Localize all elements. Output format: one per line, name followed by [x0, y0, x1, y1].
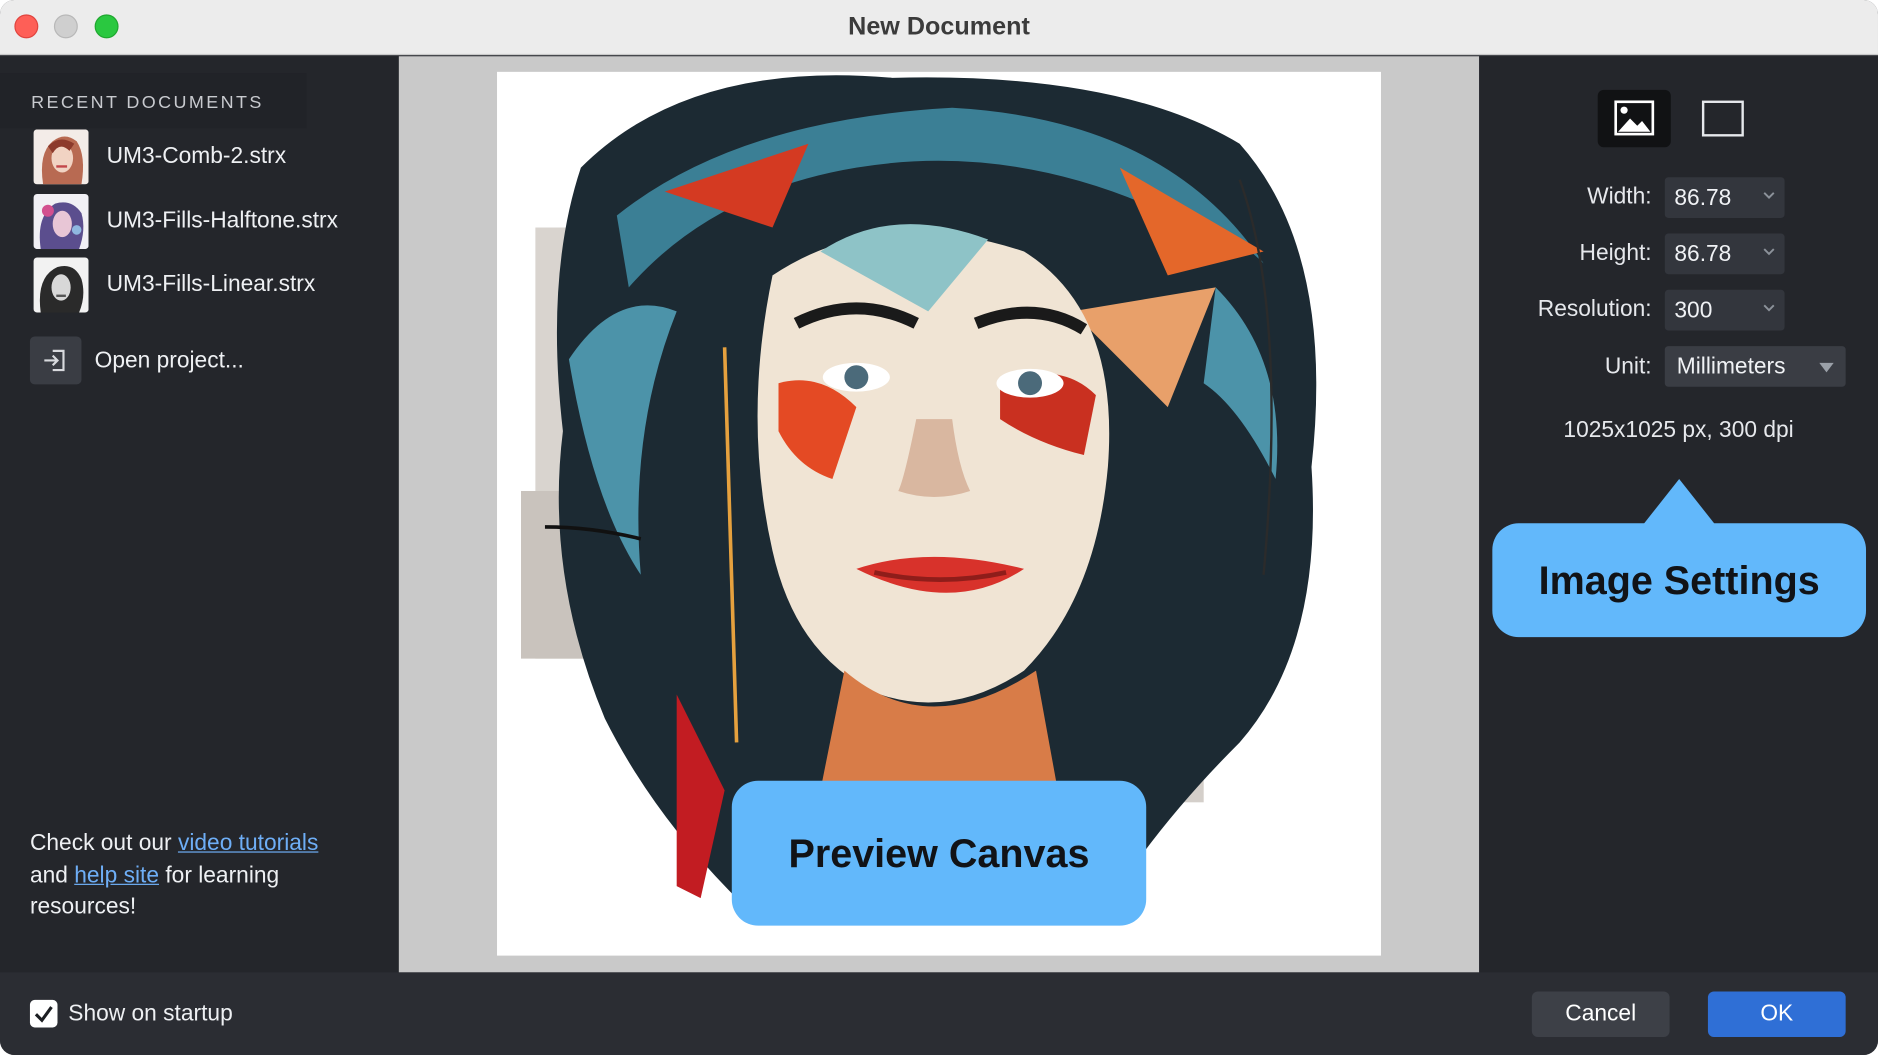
unit-select[interactable]: Millimeters [1664, 346, 1846, 387]
height-field[interactable]: 86.78 [1664, 233, 1785, 275]
recent-document-item[interactable]: UM3-Comb-2.strx [33, 129, 381, 185]
open-project-label: Open project... [94, 348, 244, 374]
chevron-down-icon [1763, 192, 1775, 199]
width-value: 86.78 [1674, 185, 1732, 211]
callout-pointer [1643, 479, 1716, 525]
preview-canvas-callout: Preview Canvas [731, 780, 1147, 926]
open-file-icon [29, 336, 82, 385]
document-thumbnail [33, 129, 89, 185]
video-tutorials-link[interactable]: video tutorials [178, 831, 318, 856]
learning-resources-text: Check out our video tutorials and help s… [30, 829, 383, 924]
image-icon [1614, 100, 1655, 136]
chevron-down-icon [1763, 248, 1775, 256]
image-settings-panel: Width: 86.78 Height: 86.78 Resolution: 3… [1479, 56, 1878, 973]
ok-button[interactable]: OK [1707, 991, 1846, 1038]
cancel-button[interactable]: Cancel [1531, 991, 1670, 1038]
dropdown-arrow-icon [1819, 362, 1834, 373]
resolution-field[interactable]: 300 [1664, 289, 1785, 331]
window-title: New Document [848, 13, 1030, 41]
recent-document-item[interactable]: UM3-Fills-Halftone.strx [33, 193, 381, 250]
recent-documents-header: RECENT DOCUMENTS [0, 73, 307, 129]
recent-document-name: UM3-Fills-Halftone.strx [106, 208, 338, 234]
resources-mid: and [29, 862, 68, 888]
new-document-window: New Document RECENT DOCUMENTS UM3-Comb-2… [0, 0, 1878, 1055]
show-on-startup-checkbox[interactable] [29, 999, 58, 1028]
recent-document-item[interactable]: UM3-Fills-Linear.strx [33, 257, 381, 313]
chevron-down-icon [1763, 304, 1775, 312]
image-mode-button[interactable] [1597, 89, 1671, 148]
width-field[interactable]: 86.78 [1664, 177, 1785, 218]
recent-document-name: UM3-Fills-Linear.strx [106, 271, 316, 297]
resources-prefix: Check out our [29, 831, 172, 857]
unit-label: Unit: [1604, 354, 1652, 380]
recent-documents-panel: RECENT DOCUMENTS UM3-Comb-2.strx UM3-Fil… [0, 56, 399, 973]
document-size-summary: 1025x1025 px, 300 dpi [1563, 417, 1794, 444]
dialog-footer: Show on startup Cancel OK [0, 972, 1878, 1055]
document-thumbnail [33, 193, 89, 250]
preview-area: Preview Canvas [398, 56, 1480, 973]
unit-value: Millimeters [1676, 354, 1786, 380]
title-bar: New Document [0, 0, 1878, 56]
width-label: Width: [1587, 184, 1652, 210]
image-settings-callout: Image Settings [1492, 523, 1867, 638]
checkmark-icon [34, 1006, 53, 1023]
height-label: Height: [1579, 240, 1652, 266]
height-value: 86.78 [1674, 241, 1732, 268]
blank-mode-button[interactable] [1685, 90, 1758, 147]
open-project-button[interactable]: Open project... [29, 336, 341, 386]
recent-document-name: UM3-Comb-2.strx [106, 143, 287, 169]
help-site-link[interactable]: help site [74, 863, 159, 888]
show-on-startup-label[interactable]: Show on startup [68, 1001, 232, 1027]
document-thumbnail [33, 257, 89, 313]
blank-canvas-icon [1701, 100, 1744, 137]
resolution-label: Resolution: [1537, 296, 1652, 323]
resolution-value: 300 [1674, 298, 1713, 324]
